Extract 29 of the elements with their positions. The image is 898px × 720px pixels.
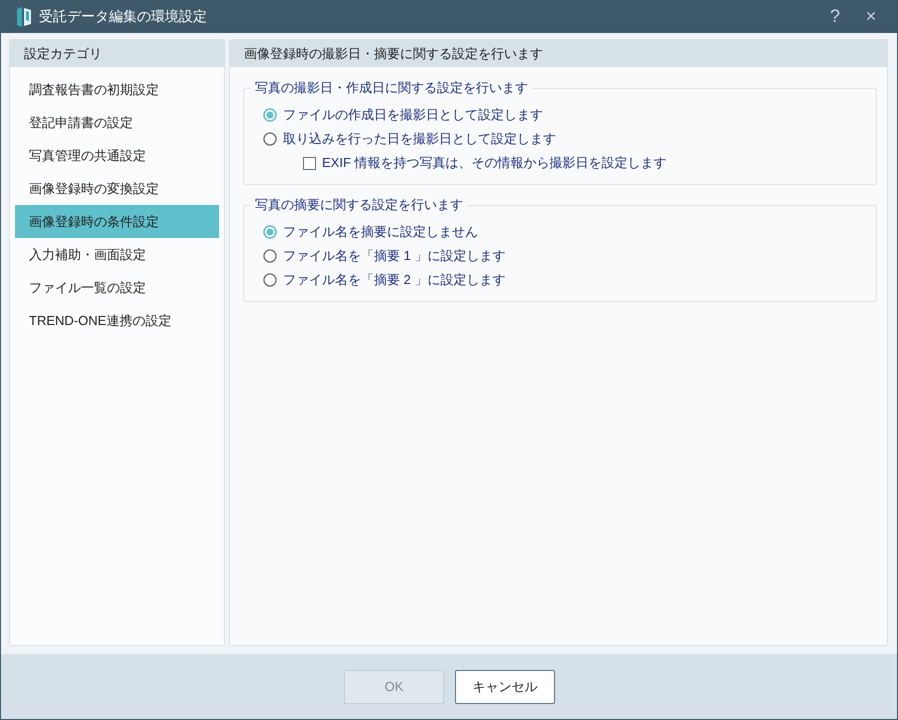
group-title: 写真の摘要に関する設定を行います <box>254 196 464 214</box>
option-label: ファイルの作成日を撮影日として設定します <box>283 106 543 124</box>
help-button[interactable]: ? <box>817 6 853 27</box>
option-label: ファイル名を「摘要 1 」に設定します <box>283 247 506 265</box>
panel-header: 画像登録時の撮影日・摘要に関する設定を行います <box>230 40 887 67</box>
category-item[interactable]: 調査報告書の初期設定 <box>15 73 219 106</box>
option-label: 取り込みを行った日を撮影日として設定します <box>283 130 556 148</box>
checkbox[interactable] <box>303 156 316 170</box>
radio-button[interactable] <box>263 225 277 239</box>
category-item[interactable]: TREND-ONE連携の設定 <box>15 304 219 337</box>
category-item[interactable]: 画像登録時の変換設定 <box>15 172 219 205</box>
option-label: ファイル名を「摘要 2 」に設定します <box>283 271 506 289</box>
category-item[interactable]: 写真管理の共通設定 <box>15 139 219 172</box>
radio-button[interactable] <box>263 108 277 122</box>
cancel-button[interactable]: キャンセル <box>455 670 555 704</box>
category-item[interactable]: 入力補助・画面設定 <box>15 238 219 271</box>
sidebar-header: 設定カテゴリ <box>10 40 224 67</box>
category-item[interactable]: 画像登録時の条件設定 <box>15 205 219 238</box>
group-title: 写真の撮影日・作成日に関する設定を行います <box>254 79 529 97</box>
radio-button[interactable] <box>263 273 277 287</box>
category-item[interactable]: 登記申請書の設定 <box>15 106 219 139</box>
option-label: EXIF 情報を持つ写真は、その情報から撮影日を設定します <box>322 154 667 172</box>
close-button[interactable]: × <box>853 6 889 27</box>
radio-button[interactable] <box>263 249 277 263</box>
app-icon <box>17 6 31 26</box>
window-title: 受託データ編集の環境設定 <box>39 8 208 26</box>
radio-button[interactable] <box>263 132 277 146</box>
category-item[interactable]: ファイル一覧の設定 <box>15 271 219 304</box>
option-label: ファイル名を摘要に設定しません <box>283 223 478 241</box>
